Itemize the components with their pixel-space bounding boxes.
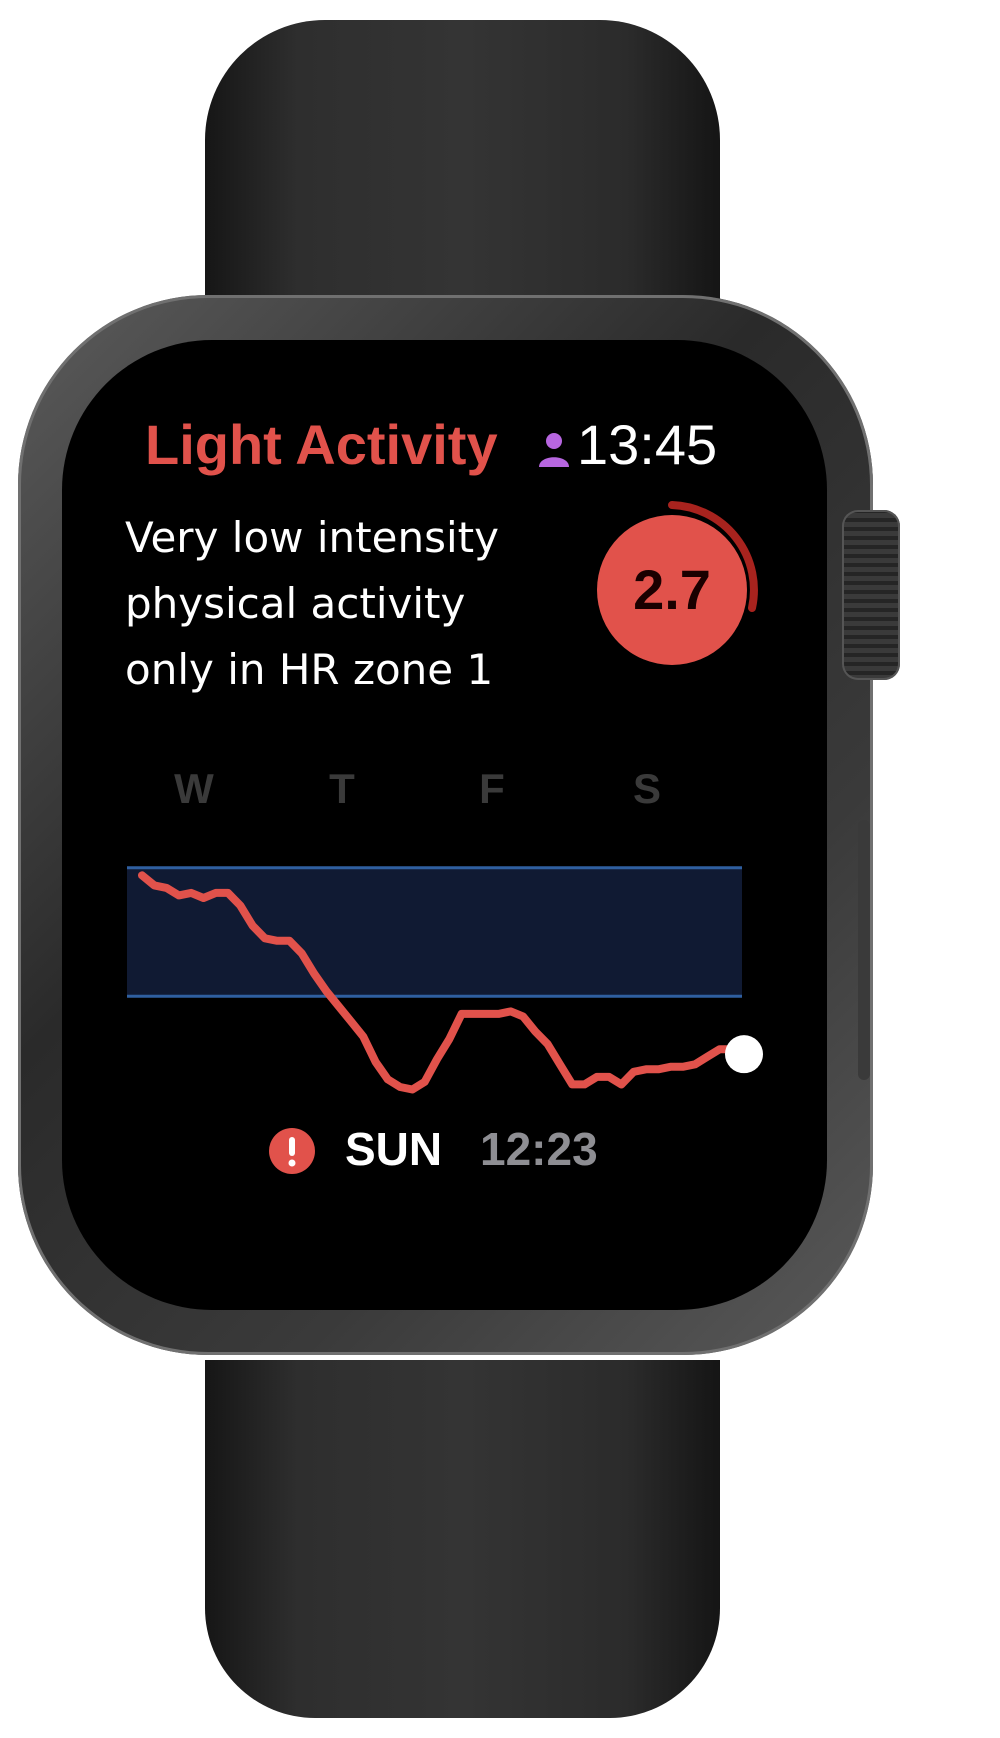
day-label-f: F	[479, 765, 505, 812]
watch-screen: Light Activity 13:45 Very low intensity …	[62, 340, 827, 1310]
activity-title: Light Activity	[145, 413, 498, 476]
footer-time: 12:23	[480, 1123, 598, 1175]
activity-chart	[127, 866, 763, 1094]
side-button[interactable]	[858, 820, 870, 1080]
exclamation-icon	[269, 1128, 315, 1174]
description-line: physical activity	[125, 579, 466, 628]
watch-band-bottom	[205, 1360, 720, 1718]
footer-day: SUN	[345, 1123, 443, 1175]
day-label-s: S	[632, 765, 661, 812]
digital-crown[interactable]	[842, 510, 900, 680]
description-line: only in HR zone 1	[125, 645, 494, 694]
current-value-dot	[725, 1035, 763, 1074]
day-label-w: W	[174, 765, 214, 812]
score-value: 2.7	[633, 558, 711, 621]
activity-description: Very low intensity physical activity onl…	[125, 505, 595, 703]
day-label-t: T	[329, 765, 355, 812]
description-line: Very low intensity	[125, 513, 499, 562]
target-zone-band	[127, 867, 742, 997]
watch-mockup: Light Activity 13:45 Very low intensity …	[0, 0, 1000, 1738]
person-icon	[539, 433, 569, 467]
clock-time: 13:45	[577, 413, 718, 476]
